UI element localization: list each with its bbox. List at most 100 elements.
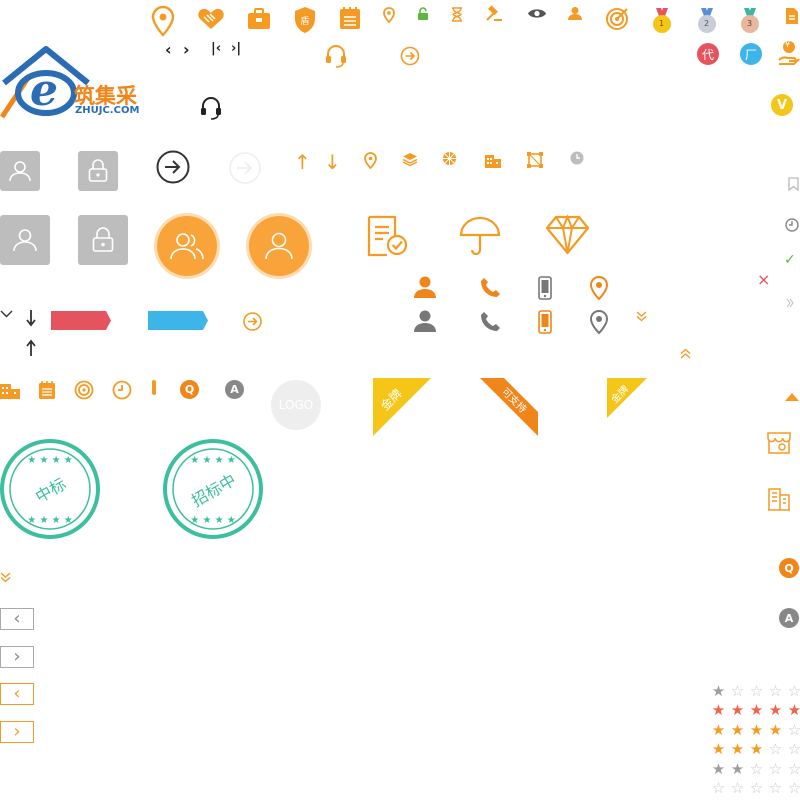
target-icon xyxy=(605,7,629,31)
double-chevron-up-icon[interactable] xyxy=(680,348,691,359)
group-avatar-orange xyxy=(157,216,217,276)
star-empty-icon[interactable]: ☆ xyxy=(729,683,746,699)
medal-bronze-number: 3 xyxy=(747,19,753,28)
arrow-up-bold-icon[interactable] xyxy=(26,339,36,357)
star-rating-row[interactable]: ★ ★ ★ ★ ★ xyxy=(710,702,800,718)
star-rating-row[interactable]: ★ ☆ ☆ ☆ ☆ xyxy=(710,683,800,699)
pager-next-orange-glyph: › xyxy=(13,721,21,742)
star-filled-icon[interactable]: ★ xyxy=(748,722,765,738)
medal-bronze-icon: 3 xyxy=(739,8,761,34)
layers-icon xyxy=(402,152,418,167)
star-filled-icon[interactable]: ★ xyxy=(748,741,765,757)
star-filled-icon[interactable]: ★ xyxy=(729,702,746,718)
double-chevron-down-icon[interactable] xyxy=(636,311,647,322)
star-rating-row[interactable]: ★ ★ ☆ ☆ ☆ xyxy=(710,761,800,777)
close-x-icon[interactable]: × xyxy=(757,270,770,289)
document-icon xyxy=(785,7,799,25)
star-empty-icon[interactable]: ☆ xyxy=(786,683,800,699)
circle-arrow-right-dark-icon[interactable] xyxy=(156,150,190,184)
star-empty-icon[interactable]: ☆ xyxy=(786,741,800,757)
chang-badge: 厂 xyxy=(740,43,762,65)
star-empty-icon[interactable]: ☆ xyxy=(767,683,784,699)
star-filled-icon[interactable]: ★ xyxy=(710,702,727,718)
double-chevron-down-small-icon[interactable] xyxy=(0,572,11,583)
chevron-down-icon[interactable] xyxy=(0,310,13,318)
star-empty-icon[interactable]: ☆ xyxy=(786,722,800,738)
building-icon xyxy=(484,151,502,169)
star-filled-icon[interactable]: ★ xyxy=(710,741,727,757)
eye-icon xyxy=(527,7,547,20)
a-badge-gray-text: A xyxy=(230,383,239,396)
medal-silver-number: 2 xyxy=(704,19,710,28)
star-empty-icon[interactable]: ☆ xyxy=(729,780,746,796)
circle-arrow-right-faded-icon[interactable] xyxy=(229,152,261,184)
briefcase-icon xyxy=(247,8,271,30)
gavel-icon xyxy=(485,5,503,23)
diamond-icon xyxy=(545,214,590,255)
brand-domain: ZHUJC.COM xyxy=(75,105,140,116)
ribbon-gold-1: 金牌 xyxy=(373,378,431,436)
star-filled-icon[interactable]: ★ xyxy=(710,761,727,777)
stamp-awarded: ★ ★ ★ ★ ★ ★ ★ ★ 中标 xyxy=(0,439,100,539)
check-mark-icon: ✓ xyxy=(784,252,796,268)
headset-black-icon xyxy=(200,96,222,120)
svg-text:★ ★ ★ ★: ★ ★ ★ ★ xyxy=(27,515,72,526)
prev-arrow-button[interactable]: ‹ xyxy=(165,40,172,59)
q-badge-orange: Q xyxy=(180,380,199,399)
star-filled-icon[interactable]: ★ xyxy=(767,702,784,718)
clock-outline-icon xyxy=(785,218,799,232)
arrow-down-bold-icon[interactable] xyxy=(26,309,36,327)
brand-logo[interactable]: e 筑集采 ZHUJC.COM xyxy=(0,45,145,120)
triangle-up-icon[interactable] xyxy=(785,393,799,401)
star-empty-icon[interactable]: ☆ xyxy=(748,683,765,699)
star-empty-icon[interactable]: ☆ xyxy=(710,780,727,796)
star-filled-icon[interactable]: ★ xyxy=(729,741,746,757)
bookmark-icon[interactable] xyxy=(788,177,799,192)
star-filled-icon[interactable]: ★ xyxy=(729,761,746,777)
star-empty-icon[interactable]: ☆ xyxy=(748,761,765,777)
target-orange-icon xyxy=(74,380,94,400)
pager-next-gray-button[interactable]: › xyxy=(0,646,34,668)
svg-text:★ ★ ★ ★: ★ ★ ★ ★ xyxy=(190,455,235,466)
handshake-icon xyxy=(197,7,225,31)
star-empty-icon[interactable]: ☆ xyxy=(786,780,800,796)
next-arrow-button[interactable]: › xyxy=(183,40,190,59)
first-page-button[interactable]: |‹ xyxy=(211,41,221,56)
headset-orange-icon xyxy=(325,44,347,68)
a-badge-gray: A xyxy=(225,380,244,399)
q-badge-right: Q xyxy=(779,558,799,578)
star-empty-icon[interactable]: ☆ xyxy=(767,780,784,796)
storefront-icon xyxy=(767,431,791,455)
umbrella-icon xyxy=(459,215,501,257)
pager-prev-orange-button[interactable]: ‹ xyxy=(0,683,34,705)
star-empty-icon[interactable]: ☆ xyxy=(748,780,765,796)
clock-small-gray-icon xyxy=(570,151,584,165)
star-filled-icon[interactable]: ★ xyxy=(748,702,765,718)
star-filled-icon[interactable]: ★ xyxy=(710,683,727,699)
star-rating-row[interactable]: ☆ ☆ ☆ ☆ ☆ xyxy=(710,780,800,796)
pager-next-orange-button[interactable]: › xyxy=(0,721,34,743)
star-filled-icon[interactable]: ★ xyxy=(710,722,727,738)
circle-arrow-right-small-icon[interactable] xyxy=(243,312,262,331)
star-rating-row[interactable]: ★ ★ ★ ★ ☆ xyxy=(710,722,800,738)
star-rating-row[interactable]: ★ ★ ★ ☆ ☆ xyxy=(710,741,800,757)
medal-silver-icon: 2 xyxy=(696,8,718,34)
svg-text:★ ★ ★ ★: ★ ★ ★ ★ xyxy=(190,515,235,526)
pager-prev-gray-button[interactable]: ‹ xyxy=(0,608,34,630)
location-gray-icon xyxy=(589,309,609,335)
arrow-up-thin-icon: ↑ xyxy=(294,150,311,174)
brand-logo-letter: e xyxy=(30,65,58,116)
star-empty-icon[interactable]: ☆ xyxy=(767,761,784,777)
location-orange-icon xyxy=(589,275,609,301)
star-empty-icon[interactable]: ☆ xyxy=(767,741,784,757)
star-filled-icon[interactable]: ★ xyxy=(786,702,800,718)
star-filled-icon[interactable]: ★ xyxy=(767,722,784,738)
star-filled-icon[interactable]: ★ xyxy=(729,722,746,738)
circle-arrow-right-orange-icon[interactable] xyxy=(400,46,420,66)
checklist-approved-icon xyxy=(367,215,409,257)
ribbon-support: 可支持 xyxy=(480,378,538,436)
last-page-button[interactable]: ›| xyxy=(231,41,241,56)
star-empty-icon[interactable]: ☆ xyxy=(786,761,800,777)
lock-gray-small xyxy=(78,151,118,191)
user-avatar-gray-small xyxy=(0,151,40,191)
